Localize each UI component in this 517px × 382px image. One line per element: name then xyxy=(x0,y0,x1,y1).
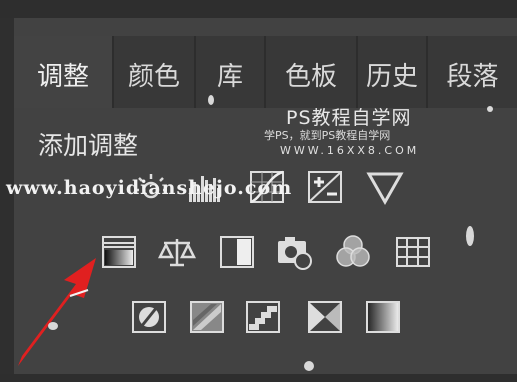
watermark-overlay-url: www.haoyidianshejo.com xyxy=(6,177,293,199)
paint-speck xyxy=(304,361,314,371)
annotation-arrow xyxy=(18,258,96,366)
status-strip xyxy=(0,374,517,382)
add-adjustment-title: 添加调整 xyxy=(38,131,139,160)
tab-libraries[interactable]: 库 xyxy=(196,36,266,108)
photo-filter-icon[interactable] xyxy=(276,233,314,271)
tab-swatches[interactable]: 色板 xyxy=(266,36,358,108)
watermark-site-url: WWW.16XX8.COM xyxy=(280,144,420,157)
threshold-icon[interactable] xyxy=(244,298,282,336)
paint-speck xyxy=(48,322,58,330)
tab-history[interactable]: 历史 xyxy=(358,36,428,108)
selective-color-icon[interactable] xyxy=(306,298,344,336)
paint-speck xyxy=(208,95,214,105)
watermark-site-name: PS教程自学网 xyxy=(286,107,412,129)
tab-paragraph[interactable]: 段落 xyxy=(428,36,517,108)
color-balance-icon[interactable] xyxy=(158,233,196,271)
exposure-icon[interactable] xyxy=(306,168,344,206)
vibrance-icon[interactable] xyxy=(366,168,404,206)
posterize-icon[interactable] xyxy=(188,298,226,336)
panel-tab-bar: 调整 颜色 库 色板 历史 段落 xyxy=(14,36,517,108)
paint-speck xyxy=(466,226,474,246)
paint-speck xyxy=(487,106,493,112)
color-lookup-icon[interactable] xyxy=(394,233,432,271)
tab-adjustments[interactable]: 调整 xyxy=(14,36,114,108)
channel-mixer-icon[interactable] xyxy=(334,233,372,271)
window-frame-top xyxy=(0,0,517,18)
black-white-icon[interactable] xyxy=(218,233,256,271)
watermark-slogan: 学PS，就到PS教程自学网 xyxy=(264,129,391,142)
tab-color[interactable]: 颜色 xyxy=(114,36,196,108)
gradient-fill-icon[interactable] xyxy=(364,298,402,336)
invert-icon[interactable] xyxy=(130,298,168,336)
